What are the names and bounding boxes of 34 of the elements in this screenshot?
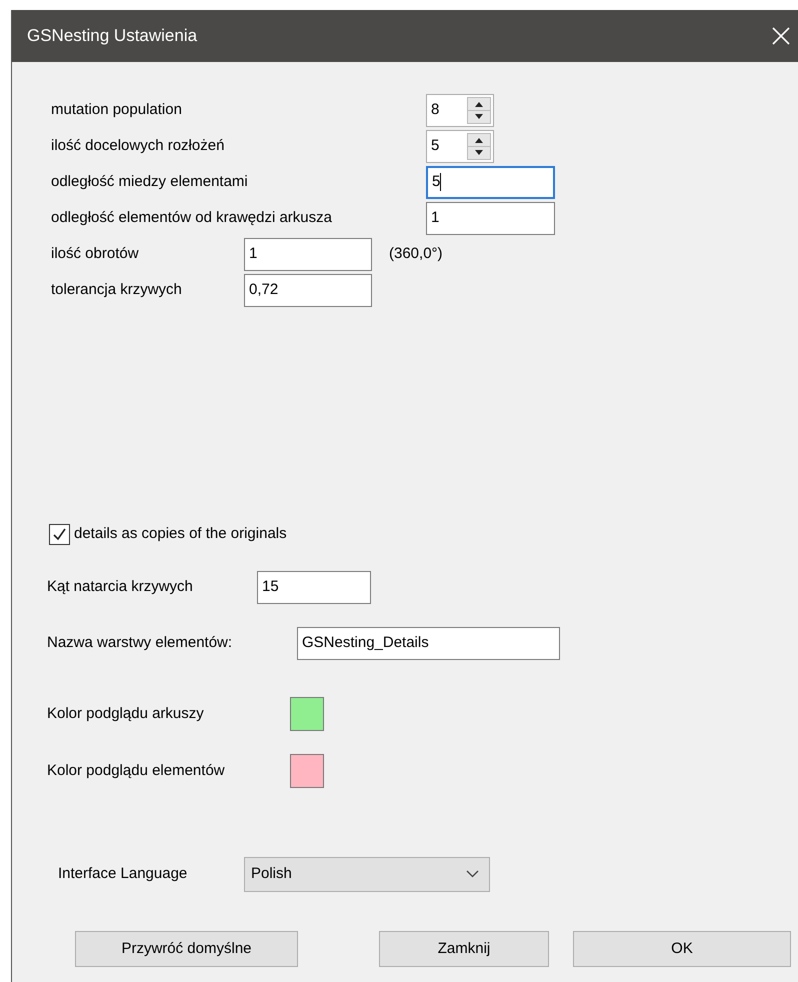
spinner-arrows-icon[interactable]: [467, 96, 491, 124]
angle-note: (360,0°): [389, 244, 443, 264]
checkmark-icon: [52, 526, 67, 542]
field-label: Kolor podglądu arkuszy: [47, 704, 205, 724]
checkbox-label: details as copies of the originals: [74, 524, 287, 544]
color-swatch[interactable]: [290, 754, 324, 788]
field-label: odległość elementów od krawędzi arkusza: [51, 208, 333, 228]
input-field[interactable]: 1: [244, 238, 372, 270]
field-label: ilość docelowych rozłożeń: [51, 136, 226, 156]
input-field[interactable]: 5: [426, 166, 555, 198]
input-field[interactable]: 15: [257, 570, 371, 604]
field-label: Kolor podglądu elementów: [47, 760, 226, 781]
spin-box[interactable]: 8: [426, 94, 494, 126]
spin-box[interactable]: 5: [426, 130, 494, 162]
checkbox[interactable]: [49, 524, 70, 544]
dialog-button[interactable]: Zamknij: [379, 931, 549, 967]
field-label: ilość obrotów: [51, 244, 140, 264]
window-title: GSNesting Ustawienia: [27, 25, 198, 48]
field-label: Kąt natarcia krzywych: [47, 576, 194, 597]
chevron-down-icon: [466, 870, 479, 878]
spinner-arrows-icon[interactable]: [467, 132, 491, 160]
color-swatch[interactable]: [290, 697, 324, 731]
field-label: Nazwa warstwy elementów:: [47, 632, 234, 653]
input-field[interactable]: 1: [426, 202, 555, 234]
dialog-button[interactable]: OK: [573, 931, 791, 967]
dialog-button[interactable]: Przywróć domyślne: [75, 931, 298, 967]
language-dropdown[interactable]: Polish: [244, 856, 490, 892]
field-label: mutation population: [51, 100, 183, 120]
input-field[interactable]: GSNesting_Details: [297, 626, 560, 660]
close-icon[interactable]: [772, 27, 790, 45]
field-label: Interface Language: [58, 864, 188, 884]
input-field[interactable]: 0,72: [244, 274, 372, 306]
field-label: tolerancja krzywych: [51, 280, 183, 300]
field-label: odległość miedzy elementami: [51, 172, 249, 192]
